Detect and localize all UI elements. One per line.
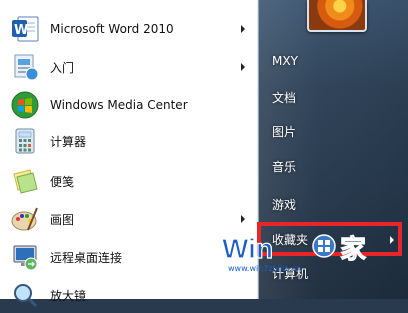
favorites-highlight-box	[257, 222, 402, 256]
magnifier-icon	[9, 279, 41, 311]
program-label: 画图	[50, 212, 75, 227]
programs-pane: W Microsoft Word 2010 入门 Windows Media C…	[0, 0, 259, 308]
program-word[interactable]: W Microsoft Word 2010	[3, 11, 255, 47]
music-link[interactable]: 音乐	[272, 155, 398, 177]
paint-icon	[9, 203, 41, 235]
media-center-icon	[9, 89, 41, 121]
pictures-link[interactable]: 图片	[272, 120, 398, 142]
documents-link[interactable]: 文档	[272, 86, 398, 108]
program-magnifier[interactable]: 放大镜	[3, 277, 255, 313]
pictures-label: 图片	[272, 124, 297, 139]
favorites-submenu-arrow-icon[interactable]	[390, 236, 394, 244]
remote-desktop-icon	[9, 241, 41, 273]
program-media-center[interactable]: Windows Media Center	[3, 87, 255, 123]
program-label: 远程桌面连接	[50, 250, 123, 265]
computer-link[interactable]: 计算机	[272, 262, 398, 284]
word-icon: W	[9, 13, 41, 45]
calculator-icon	[9, 125, 41, 157]
user-picture[interactable]	[307, 0, 367, 32]
computer-label: 计算机	[272, 266, 309, 281]
user-folder-label: MXY	[272, 54, 298, 68]
getting-started-icon	[9, 51, 41, 83]
documents-label: 文档	[272, 90, 297, 105]
program-label: Microsoft Word 2010	[50, 22, 174, 36]
music-label: 音乐	[272, 159, 297, 174]
submenu-arrow-icon[interactable]	[241, 215, 245, 223]
program-label: Windows Media Center	[50, 98, 188, 112]
program-paint[interactable]: 画图	[3, 201, 255, 237]
program-label: 放大镜	[50, 288, 87, 303]
svg-text:W: W	[14, 23, 28, 38]
user-folder-link[interactable]: MXY	[272, 50, 398, 72]
program-label: 计算器	[50, 134, 87, 149]
program-getting-started[interactable]: 入门	[3, 49, 255, 85]
program-remote-desktop[interactable]: 远程桌面连接	[3, 239, 255, 275]
program-label: 入门	[50, 60, 75, 75]
submenu-arrow-icon[interactable]	[241, 63, 245, 71]
program-sticky-notes[interactable]: 便笺	[3, 163, 255, 199]
games-link[interactable]: 游戏	[272, 193, 398, 215]
submenu-arrow-icon[interactable]	[241, 25, 245, 33]
games-label: 游戏	[272, 197, 297, 212]
sticky-notes-icon	[9, 165, 41, 197]
program-label: 便笺	[50, 174, 75, 189]
program-calculator[interactable]: 计算器	[3, 123, 255, 159]
